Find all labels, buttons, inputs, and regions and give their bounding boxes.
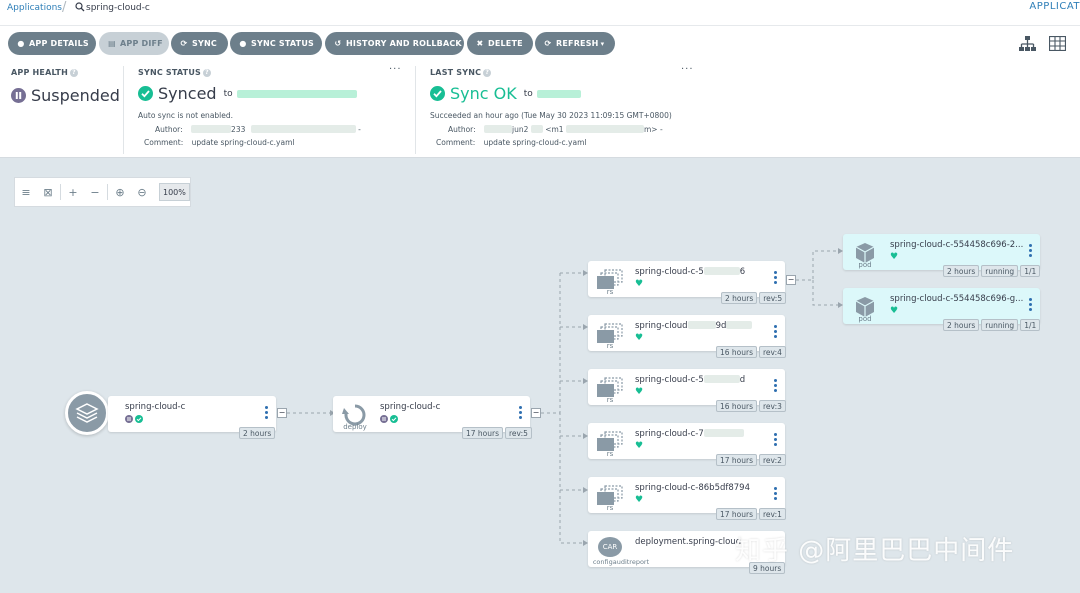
report-name: deployment.spring-cloud <box>635 537 742 547</box>
car-icon: CAR <box>598 537 622 557</box>
node-menu-icon[interactable] <box>1029 298 1032 313</box>
node-menu-icon[interactable] <box>519 406 522 421</box>
redacted-text <box>703 429 744 437</box>
age-tag: 16 hours <box>716 400 758 412</box>
deploy-node-name: spring-cloud-c <box>380 402 441 412</box>
healthy-heart-icon: ♥ <box>890 306 899 316</box>
node-menu-icon[interactable] <box>774 271 777 286</box>
replicaset-tags: 16 hours rev:4 <box>716 346 786 358</box>
kind-label: rs <box>606 396 614 404</box>
pod-status-tag: running <box>981 265 1019 277</box>
age-tag: 2 hours <box>943 265 980 277</box>
age-tag: 2 hours <box>239 427 276 439</box>
watermark-text: 知乎 @阿里巴巴中间件 <box>735 536 1015 566</box>
pod-status-tag: running <box>981 319 1019 331</box>
replicaset-name-text: spring-cloud <box>635 321 688 331</box>
revision-tag: rev:4 <box>759 346 786 358</box>
deploy-node-status <box>380 415 398 423</box>
healthy-heart-icon: ♥ <box>635 495 644 505</box>
healthy-heart-icon: ♥ <box>635 387 644 397</box>
replicaset-name: spring-cloud-c-5 d <box>635 375 745 385</box>
replicaset-name-text: spring-cloud-c-5 <box>635 267 704 277</box>
age-tag: 17 hours <box>716 454 758 466</box>
node-menu-icon[interactable] <box>774 379 777 394</box>
replicaset-name: spring-cloud 9d <box>635 321 753 331</box>
revision-tag: rev:3 <box>759 400 786 412</box>
kind-label: deploy <box>343 423 367 431</box>
replicaset-tags: 2 hours rev:5 <box>721 292 787 304</box>
redacted-text <box>687 321 716 329</box>
replicaset-name-text: spring-cloud-c-7 <box>635 429 704 439</box>
replicaset-tags: 17 hours rev:1 <box>716 508 786 520</box>
replicaset-tags: 17 hours rev:2 <box>716 454 786 466</box>
replicaset-name-tail: 9d <box>715 321 727 331</box>
redacted-text <box>703 267 740 275</box>
revision-tag: rev:2 <box>759 454 786 466</box>
node-menu-icon[interactable] <box>774 487 777 502</box>
redacted-text <box>726 321 753 329</box>
ready-count-tag: 1/1 <box>1020 265 1041 277</box>
age-tag: 2 hours <box>721 292 758 304</box>
app-node-status <box>125 415 143 423</box>
kind-label: rs <box>606 288 614 296</box>
pod-tags: 2 hours running 1/1 <box>943 319 1041 331</box>
check-circle-icon <box>390 415 398 423</box>
age-tag: 16 hours <box>716 346 758 358</box>
revision-tag: rev:5 <box>759 292 787 304</box>
pod-tags: 2 hours running 1/1 <box>943 265 1041 277</box>
kind-label: rs <box>606 504 614 512</box>
kind-label: rs <box>606 450 614 458</box>
node-menu-icon[interactable] <box>774 325 777 340</box>
collapse-toggle[interactable]: − <box>277 408 287 418</box>
kind-label: configauditreport <box>592 558 650 566</box>
collapse-toggle[interactable]: − <box>531 408 541 418</box>
healthy-heart-icon: ♥ <box>890 252 899 262</box>
ready-count-tag: 1/1 <box>1020 319 1041 331</box>
node-menu-icon[interactable] <box>1029 244 1032 259</box>
healthy-heart-icon: ♥ <box>635 279 644 289</box>
node-menu-icon[interactable] <box>774 433 777 448</box>
deploy-node-tags: 17 hours rev:5 <box>462 427 532 439</box>
replicaset-name-tail: d <box>739 375 746 385</box>
pause-circle-icon <box>380 415 388 423</box>
revision-tag: rev:5 <box>505 427 532 439</box>
check-circle-icon <box>135 415 143 423</box>
app-node-tags: 2 hours <box>239 427 276 439</box>
revision-tag: rev:1 <box>759 508 786 520</box>
redacted-text <box>703 375 740 383</box>
replicaset-name: spring-cloud-c-5 6 <box>635 267 745 277</box>
pod-name: spring-cloud-c-554458c696-g... <box>890 294 1024 304</box>
kind-label: pod <box>858 261 872 269</box>
app-node-name: spring-cloud-c <box>125 402 186 412</box>
app-node-icon[interactable] <box>65 391 109 435</box>
pod-name: spring-cloud-c-554458c696-2... <box>890 240 1024 250</box>
age-tag: 2 hours <box>943 319 980 331</box>
replicaset-name: spring-cloud-c-86b5df8794 <box>635 483 750 493</box>
replicaset-tags: 16 hours rev:3 <box>716 400 786 412</box>
age-tag: 17 hours <box>462 427 504 439</box>
replicaset-name-tail: 6 <box>739 267 746 277</box>
collapse-toggle[interactable]: − <box>786 275 796 285</box>
car-icon-text: CAR <box>602 543 618 551</box>
layers-icon <box>75 403 99 423</box>
healthy-heart-icon: ♥ <box>635 441 644 451</box>
age-tag: 17 hours <box>716 508 758 520</box>
replicaset-name: spring-cloud-c-7 <box>635 429 744 439</box>
kind-label: pod <box>858 315 872 323</box>
replicaset-name-text: spring-cloud-c-5 <box>635 375 704 385</box>
pause-circle-icon <box>125 415 133 423</box>
kind-label: rs <box>606 342 614 350</box>
node-menu-icon[interactable] <box>265 406 268 421</box>
healthy-heart-icon: ♥ <box>635 333 644 343</box>
